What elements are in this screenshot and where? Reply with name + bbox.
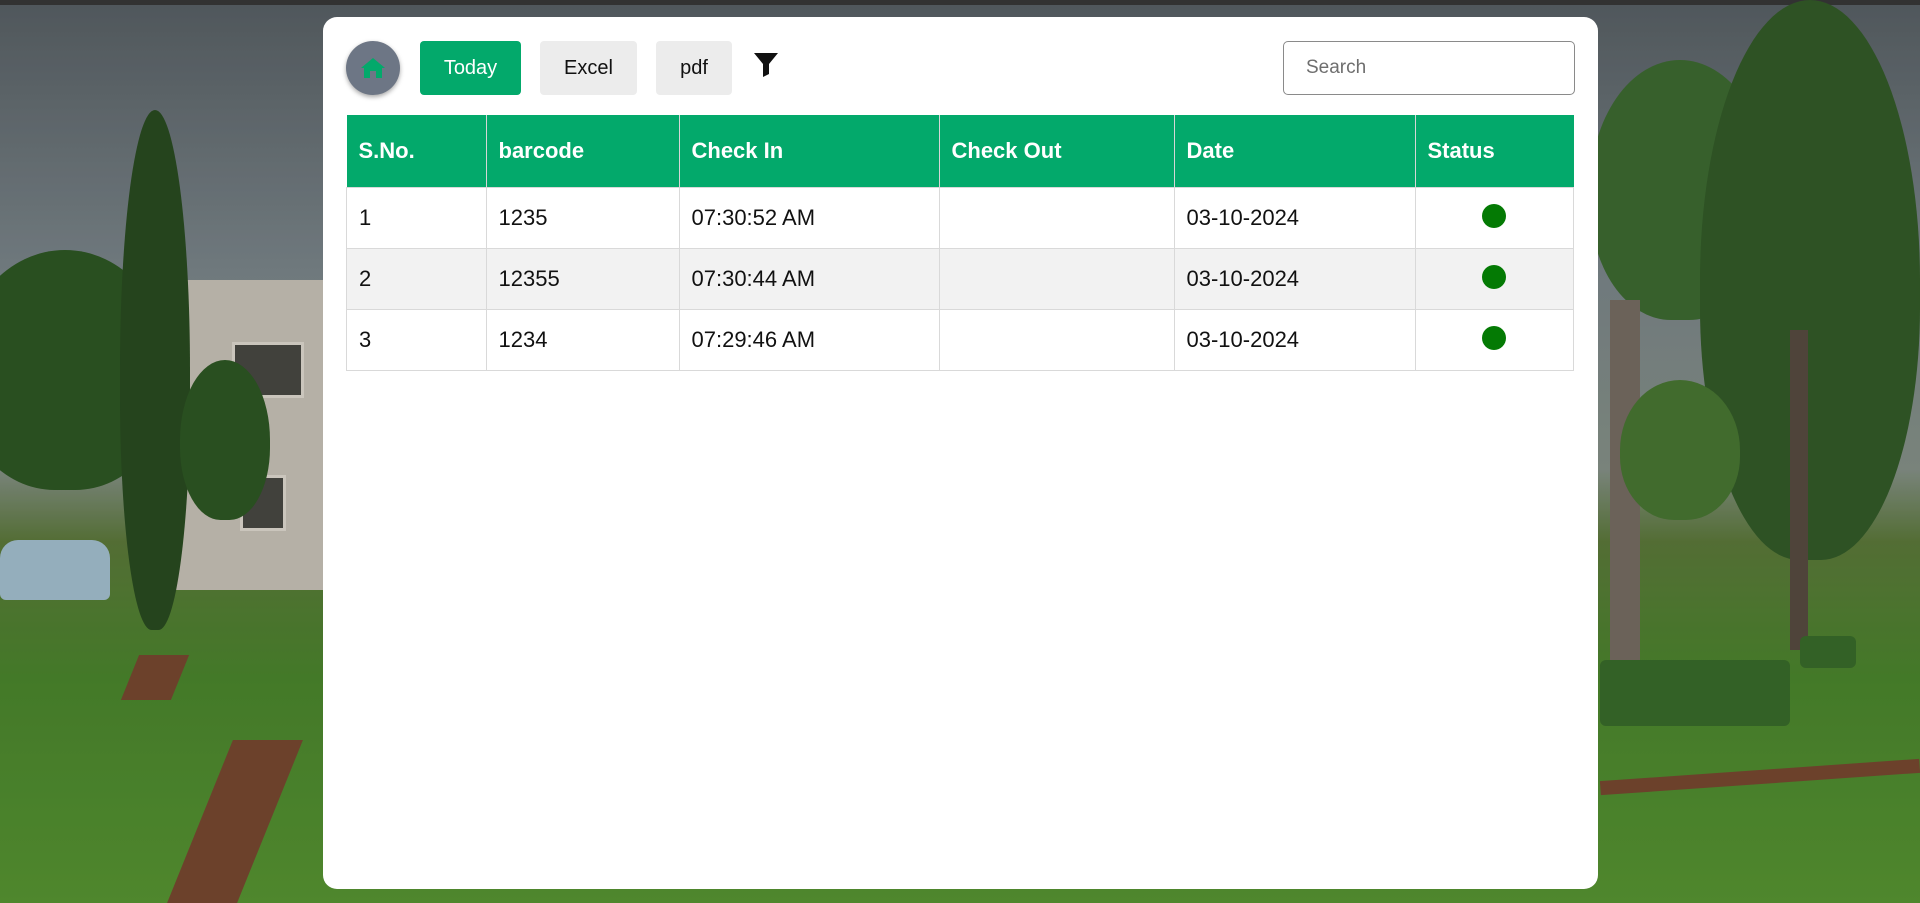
cell-status bbox=[1414, 187, 1574, 249]
home-button[interactable] bbox=[346, 41, 400, 95]
table-header-row: S.No. barcode Check In Check Out Date St… bbox=[346, 115, 1574, 188]
column-header-date[interactable]: Date bbox=[1173, 115, 1415, 188]
cell-barcode: 1235 bbox=[485, 187, 680, 249]
cell-check-out bbox=[938, 248, 1175, 310]
column-header-check-out[interactable]: Check Out bbox=[938, 115, 1174, 188]
column-header-sno[interactable]: S.No. bbox=[346, 115, 486, 188]
filter-icon[interactable] bbox=[751, 49, 781, 79]
cell-check-in: 07:29:46 AM bbox=[678, 309, 940, 371]
cell-check-in: 07:30:44 AM bbox=[678, 248, 940, 310]
attendance-table: S.No. barcode Check In Check Out Date St… bbox=[346, 115, 1574, 371]
excel-export-button[interactable]: Excel bbox=[540, 41, 637, 95]
attendance-card: Today Excel pdf S.No. barcode Check In C… bbox=[323, 17, 1598, 889]
cell-status bbox=[1414, 309, 1574, 371]
cell-check-out bbox=[938, 309, 1175, 371]
status-indicator-icon bbox=[1482, 204, 1507, 229]
status-indicator-icon bbox=[1482, 326, 1507, 351]
cell-barcode: 1234 bbox=[485, 309, 680, 371]
cell-date: 03-10-2024 bbox=[1173, 309, 1416, 371]
column-header-barcode[interactable]: barcode bbox=[485, 115, 679, 188]
table-row: 2 12355 07:30:44 AM 03-10-2024 bbox=[346, 248, 1574, 310]
column-header-check-in[interactable]: Check In bbox=[678, 115, 939, 188]
column-header-status[interactable]: Status bbox=[1414, 115, 1574, 188]
table-row: 3 1234 07:29:46 AM 03-10-2024 bbox=[346, 309, 1574, 371]
cell-sno: 2 bbox=[346, 248, 487, 310]
page: Today Excel pdf S.No. barcode Check In C… bbox=[0, 0, 1920, 903]
toolbar: Today Excel pdf bbox=[346, 41, 1575, 95]
today-button[interactable]: Today bbox=[420, 41, 521, 95]
cell-status bbox=[1414, 248, 1574, 310]
pdf-export-button[interactable]: pdf bbox=[656, 41, 732, 95]
status-indicator-icon bbox=[1482, 265, 1507, 290]
cell-date: 03-10-2024 bbox=[1173, 248, 1416, 310]
cell-date: 03-10-2024 bbox=[1173, 187, 1416, 249]
cell-check-out bbox=[938, 187, 1175, 249]
table-row: 1 1235 07:30:52 AM 03-10-2024 bbox=[346, 187, 1574, 249]
search-input[interactable] bbox=[1283, 41, 1575, 95]
cell-sno: 1 bbox=[346, 187, 487, 249]
cell-barcode: 12355 bbox=[485, 248, 680, 310]
home-icon bbox=[361, 58, 385, 78]
cell-check-in: 07:30:52 AM bbox=[678, 187, 940, 249]
cell-sno: 3 bbox=[346, 309, 487, 371]
